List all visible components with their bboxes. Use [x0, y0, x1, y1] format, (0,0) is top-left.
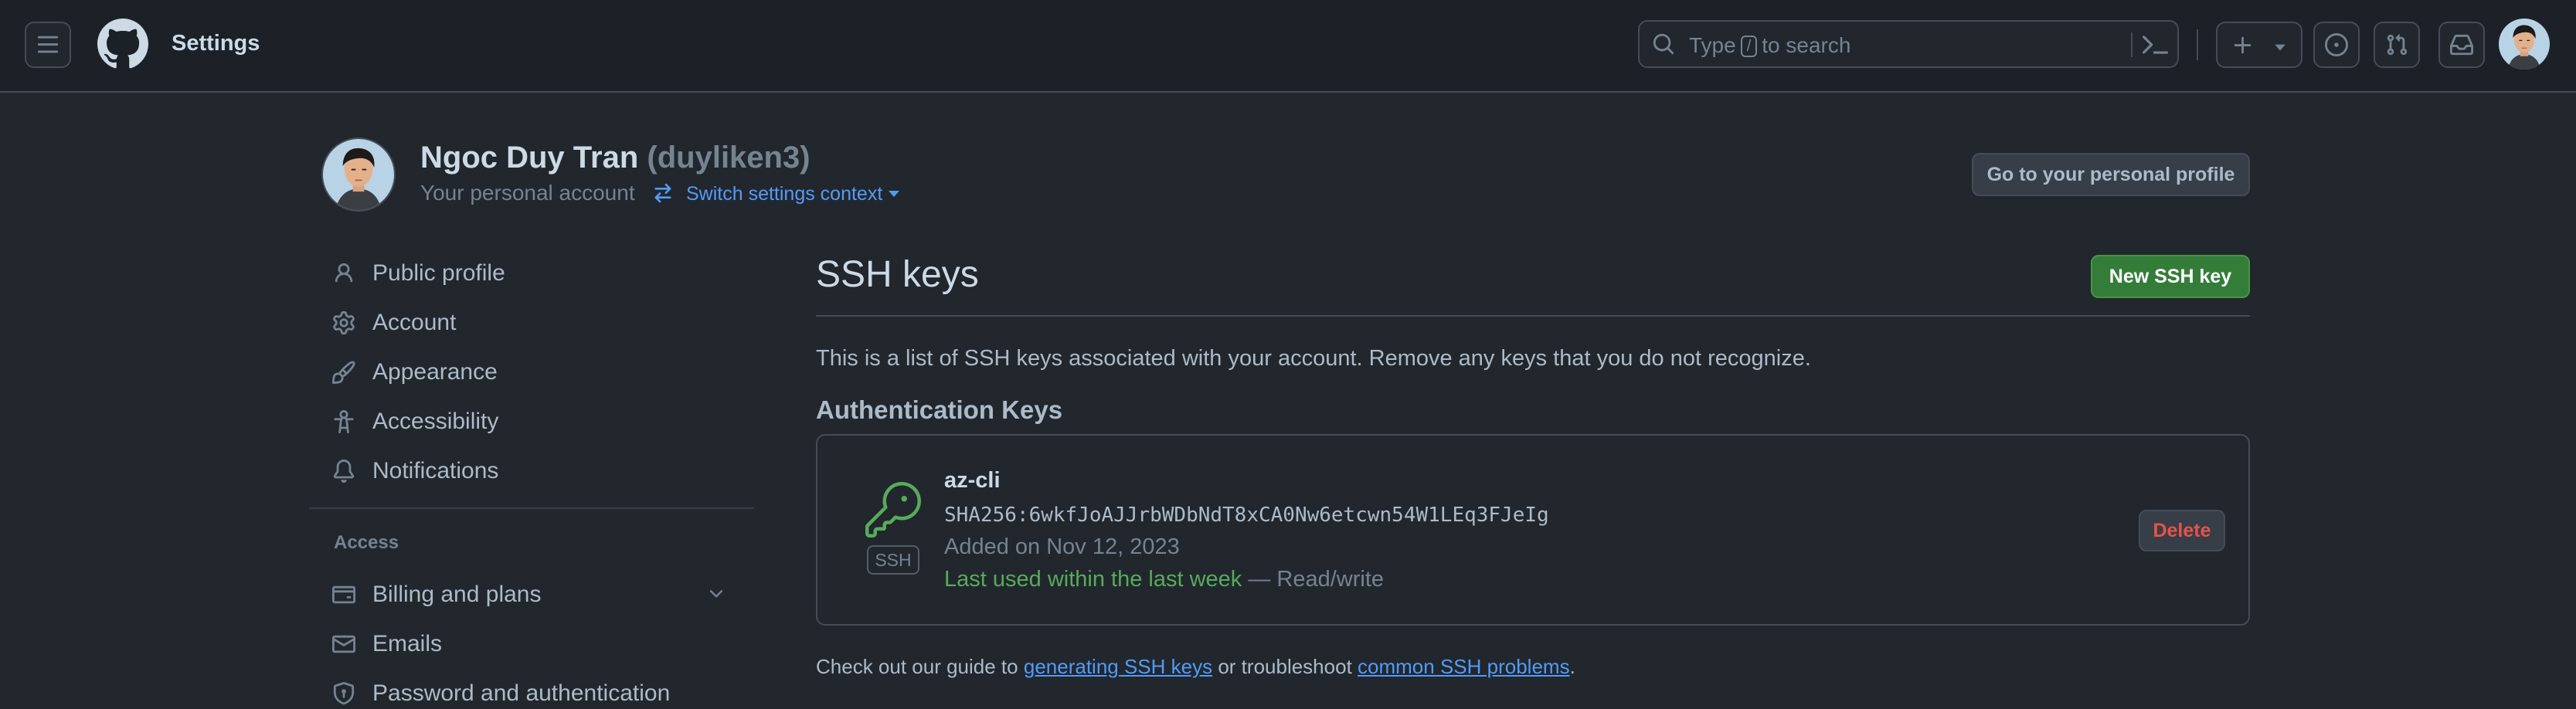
account-login: (duyliken3) — [647, 141, 811, 175]
sidebar-item-label: Notifications — [372, 458, 499, 483]
sidebar-item-password[interactable]: Password and authentication — [332, 678, 670, 709]
go-to-profile-button[interactable]: Go to your personal profile — [1972, 153, 2250, 196]
account-display-name: Ngoc Duy Tran — [420, 141, 639, 175]
arrow-switch-icon — [654, 183, 671, 203]
new-ssh-key-button[interactable]: New SSH key — [2091, 255, 2250, 298]
inbox-button[interactable] — [2438, 22, 2485, 68]
sidebar-item-accessibility[interactable]: Accessibility — [332, 406, 498, 437]
menu-button[interactable] — [25, 22, 71, 68]
chevron-down-icon[interactable] — [706, 584, 726, 604]
account-name[interactable]: Ngoc Duy Tran (duyliken3) — [420, 141, 811, 175]
search-divider — [2131, 32, 2133, 57]
user-avatar[interactable] — [2499, 19, 2550, 70]
help-middle: or troubleshoot — [1218, 655, 1352, 678]
generating-ssh-keys-link[interactable]: generating SSH keys — [1024, 655, 1212, 678]
search-type-label: Type — [1689, 33, 1736, 57]
sidebar-item-label: Emails — [372, 631, 443, 656]
header-title[interactable]: Settings — [172, 31, 260, 56]
key-title: az-cli — [944, 468, 1001, 493]
delete-key-button[interactable]: Delete — [2139, 510, 2225, 551]
paintbrush-icon — [332, 361, 355, 384]
pull-requests-button[interactable] — [2374, 22, 2420, 68]
key-access: — Read/write — [1248, 567, 1385, 592]
command-palette-icon[interactable] — [2142, 32, 2168, 59]
sidebar-item-appearance[interactable]: Appearance — [332, 357, 498, 388]
avatar-image — [2499, 19, 2550, 70]
person-icon — [335, 263, 353, 283]
section-title: Authentication Keys — [816, 395, 1063, 424]
sidebar-item-notifications[interactable]: Notifications — [332, 456, 498, 487]
create-new-button[interactable] — [2216, 22, 2302, 68]
caret-down-icon — [889, 191, 900, 197]
search-placeholder: Type / to search — [1689, 33, 1850, 58]
key-last-used: Last used within the last week — [944, 567, 1242, 592]
help-suffix: . — [1569, 655, 1575, 678]
intro-text: This is a list of SSH keys associated wi… — [816, 346, 1811, 371]
key-type-badge: SSH — [867, 545, 919, 575]
help-prefix: Check out our guide to — [816, 655, 1018, 678]
sidebar-item-billing[interactable]: Billing and plans — [332, 579, 541, 610]
plus-icon — [2234, 36, 2251, 54]
search-input[interactable]: Type / to search — [1638, 20, 2179, 68]
sidebar-item-emails[interactable]: Emails — [332, 629, 442, 660]
sidebar-item-label: Billing and plans — [372, 582, 542, 607]
title-divider — [816, 315, 2250, 317]
bell-icon — [333, 460, 355, 483]
key-usage: Last used within the last week — Read/wr… — [944, 567, 1384, 592]
sidebar-heading-access: Access — [334, 532, 399, 553]
shield-lock-icon — [333, 682, 355, 705]
key-icon — [865, 482, 921, 538]
sidebar-item-label: Account — [372, 310, 457, 335]
hamburger-icon — [37, 36, 59, 53]
account-avatar — [321, 137, 396, 212]
sidebar-divider — [309, 507, 754, 509]
switch-context-button[interactable]: Switch settings context — [686, 183, 900, 205]
ssh-help-note: Check out our guide to generating SSH ke… — [816, 655, 1575, 679]
sidebar-item-public-profile[interactable]: Public profile — [332, 258, 505, 289]
search-icon — [1653, 33, 1674, 55]
ssh-key-item — [816, 434, 2250, 626]
mail-icon — [332, 635, 355, 653]
github-logo-icon[interactable] — [97, 19, 148, 70]
key-fingerprint: SHA256:6wkfJoAJJrbWDbNdT8xCA0Nw6etcwn54W… — [944, 504, 1549, 527]
page-title: SSH keys — [816, 254, 979, 295]
inbox-icon — [2450, 34, 2473, 56]
triangle-down-icon — [2275, 44, 2285, 51]
accessibility-icon — [334, 410, 354, 433]
sidebar-item-account[interactable]: Account — [332, 307, 456, 338]
sidebar-item-label: Appearance — [372, 359, 498, 385]
switch-context-label: Switch settings context — [686, 183, 883, 205]
search-shortcut-key: / — [1740, 36, 1758, 57]
account-subtitle: Your personal account — [420, 181, 635, 205]
issues-button[interactable] — [2313, 22, 2360, 68]
git-pull-request-icon — [2387, 34, 2408, 56]
search-suffix-label: to search — [1762, 33, 1851, 57]
common-ssh-problems-link[interactable]: common SSH problems — [1358, 655, 1570, 678]
global-header: Settings Type / to search — [0, 0, 2576, 93]
credit-card-icon — [332, 585, 355, 604]
header-separator — [2197, 29, 2198, 60]
key-added-date: Added on Nov 12, 2023 — [944, 534, 1180, 559]
issue-opened-icon — [2325, 33, 2348, 56]
sidebar-item-label: Public profile — [372, 260, 505, 286]
gear-icon — [333, 311, 355, 334]
sidebar-item-label: Accessibility — [372, 409, 499, 434]
avatar-image — [323, 139, 394, 210]
